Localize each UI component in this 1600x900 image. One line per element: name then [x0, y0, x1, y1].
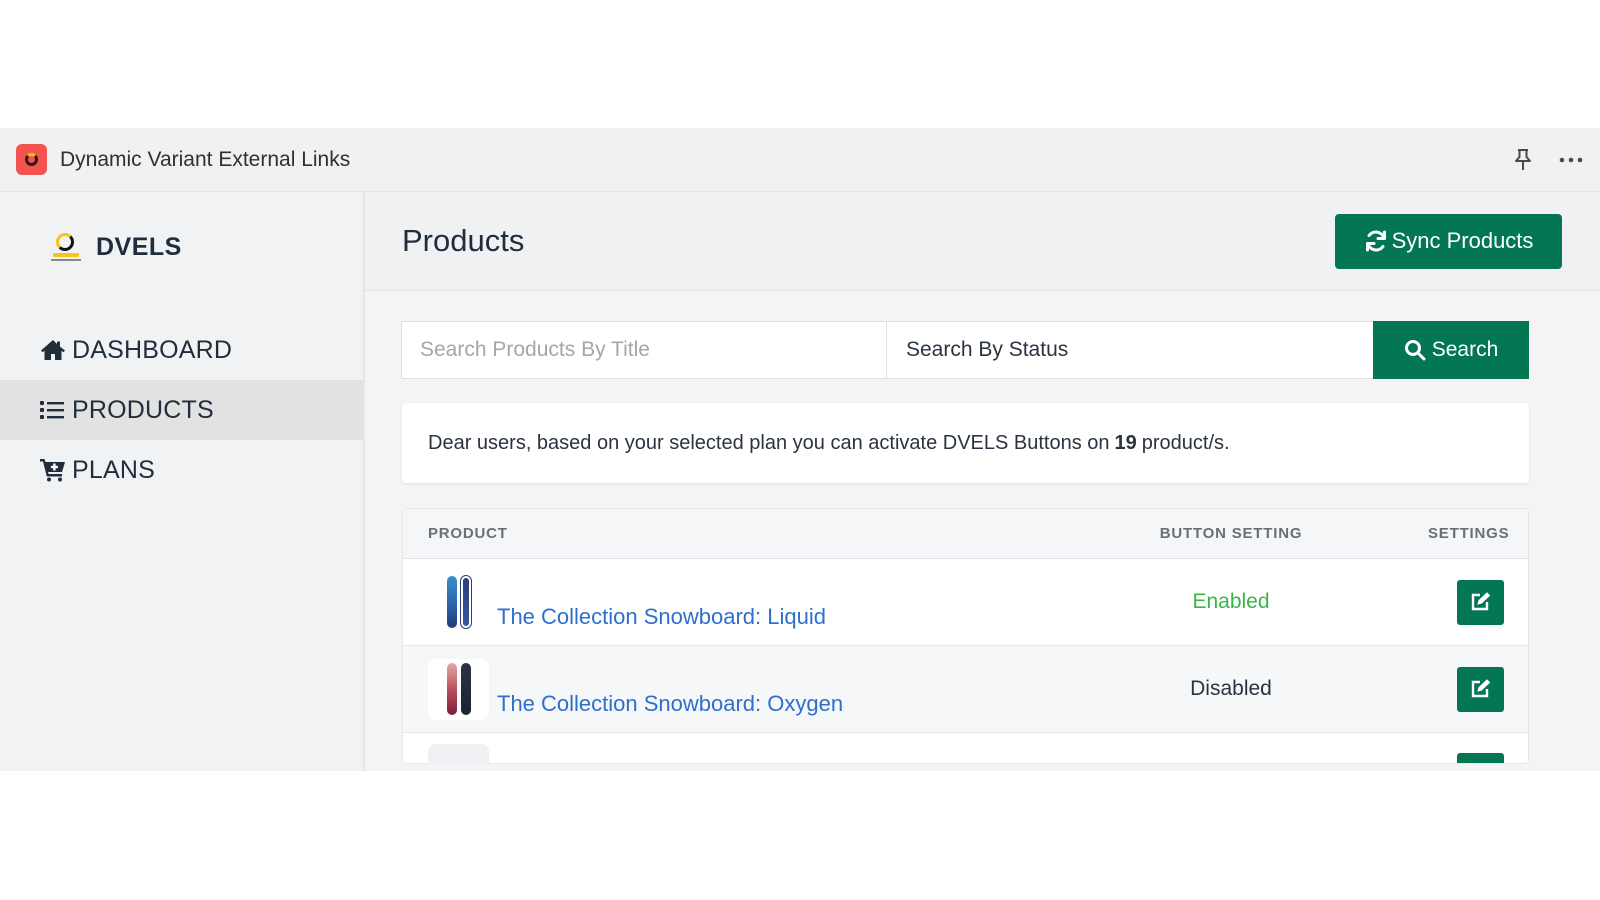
plan-notice: Dear users, based on your selected plan …	[402, 403, 1529, 483]
main-content: Products Sync Products Search By Status	[365, 192, 1600, 771]
sidebar-item-label: PRODUCTS	[72, 395, 214, 424]
brand: DVELS	[0, 192, 363, 302]
product-thumbnail	[428, 744, 489, 764]
status-select-value: Search By Status	[906, 338, 1069, 361]
home-icon	[40, 338, 66, 362]
product-link[interactable]: The Collection Snowboard: Liquid	[497, 604, 826, 630]
sidebar: DVELS DASHBOARD PRODUCTS PLANS	[0, 192, 365, 771]
search-button[interactable]: Search	[1373, 321, 1529, 379]
search-title-input[interactable]	[402, 322, 887, 378]
page-header: Products Sync Products	[365, 192, 1600, 291]
edit-icon	[1471, 679, 1490, 698]
column-header-product: PRODUCT	[428, 525, 508, 542]
dvels-logo-icon	[16, 144, 47, 175]
edit-icon	[1471, 592, 1490, 611]
brand-logo-icon	[48, 230, 82, 264]
edit-settings-button[interactable]	[1457, 753, 1504, 763]
more-horizontal-icon	[1559, 157, 1583, 162]
sidebar-item-products[interactable]: PRODUCTS	[0, 380, 363, 440]
column-header-settings: SETTINGS	[1428, 525, 1510, 542]
cart-plus-icon	[40, 458, 66, 482]
search-bar: Search By Status Search	[401, 321, 1529, 379]
edit-settings-button[interactable]	[1457, 666, 1504, 712]
products-table: PRODUCT BUTTON SETTING SETTINGS The Coll…	[402, 508, 1529, 764]
table-row: The Collection Snowboard: Liquid Enabled	[403, 559, 1528, 646]
app-window: Dynamic Variant External Links DVELS DAS…	[0, 128, 1600, 771]
button-setting-status: Enabled	[1192, 590, 1270, 613]
sidebar-item-label: DASHBOARD	[72, 335, 233, 364]
title-bar: Dynamic Variant External Links	[0, 128, 1600, 192]
sidebar-item-label: PLANS	[72, 455, 155, 484]
app-title: Dynamic Variant External Links	[60, 147, 351, 171]
sidebar-item-dashboard[interactable]: DASHBOARD	[0, 320, 363, 380]
notice-count: 19	[1114, 431, 1137, 454]
sync-products-label: Sync Products	[1391, 228, 1534, 253]
search-button-label: Search	[1431, 338, 1499, 361]
pin-button[interactable]	[1510, 147, 1536, 173]
sidebar-nav: DASHBOARD PRODUCTS PLANS	[0, 320, 363, 500]
table-row-partial	[403, 733, 1528, 764]
brand-name: DVELS	[96, 232, 182, 261]
edit-settings-button[interactable]	[1457, 579, 1504, 625]
product-link[interactable]: The Collection Snowboard: Oxygen	[497, 691, 843, 717]
search-icon	[1404, 340, 1426, 361]
pin-icon	[1515, 148, 1531, 170]
product-thumbnail	[428, 571, 489, 633]
button-setting-status: Disabled	[1190, 677, 1272, 700]
sync-icon	[1365, 230, 1386, 252]
sidebar-item-plans[interactable]: PLANS	[0, 440, 363, 500]
status-select[interactable]: Search By Status	[887, 322, 1373, 378]
notice-prefix: Dear users, based on your selected plan …	[428, 431, 1110, 454]
list-icon	[40, 398, 66, 422]
product-thumbnail	[428, 658, 489, 720]
page-title: Products	[402, 223, 525, 258]
notice-suffix: product/s.	[1141, 431, 1230, 454]
more-button[interactable]	[1558, 147, 1584, 173]
table-row: The Collection Snowboard: Oxygen Disable…	[403, 646, 1528, 733]
sync-products-button[interactable]: Sync Products	[1335, 213, 1562, 269]
table-header: PRODUCT BUTTON SETTING SETTINGS	[403, 509, 1528, 559]
column-header-button-setting: BUTTON SETTING	[1159, 525, 1303, 542]
